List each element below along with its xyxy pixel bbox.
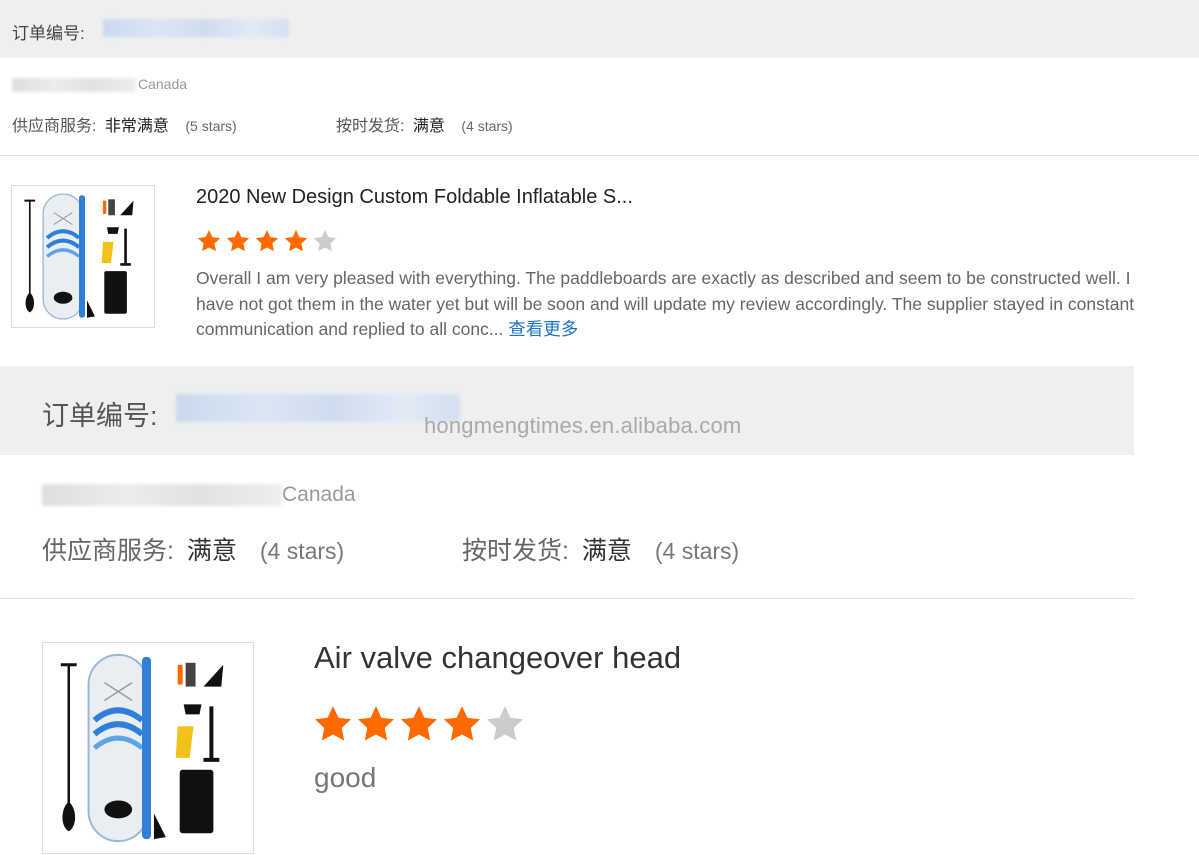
on-time-value: 满意 bbox=[581, 537, 632, 565]
supplier-service-stars: (5 stars) bbox=[185, 118, 237, 134]
order-number-redacted bbox=[176, 394, 460, 422]
order-number-label: 订单编号: bbox=[12, 24, 85, 43]
supplier-service-label: 供应商服务: bbox=[42, 537, 174, 565]
on-time-stars: (4 stars) bbox=[654, 538, 740, 564]
product-thumbnail[interactable] bbox=[42, 642, 254, 854]
buyer-name-redacted bbox=[42, 484, 282, 507]
supplier-service-label: 供应商服务: bbox=[12, 118, 97, 135]
order-header: 订单编号: bbox=[0, 0, 1199, 58]
review-text: good bbox=[314, 762, 377, 793]
product-title[interactable]: Air valve changeover head bbox=[314, 640, 681, 676]
star-filled-icon bbox=[284, 229, 308, 252]
buyer-name-redacted bbox=[12, 78, 136, 93]
buyer-ratings-section: Canada 供应商服务: 非常满意 (5 stars) 按时发货: 满意 (4… bbox=[0, 58, 1199, 156]
see-more-link[interactable]: 查看更多 bbox=[508, 319, 578, 339]
star-filled-icon bbox=[400, 706, 438, 741]
supplier-service-value: 非常满意 bbox=[104, 118, 169, 135]
star-empty-icon bbox=[313, 229, 337, 252]
star-rating bbox=[312, 703, 527, 743]
on-time-delivery-rating: 按时发货: 满意 (4 stars) bbox=[336, 112, 513, 136]
supplier-service-rating: 供应商服务: 满意 (4 stars) bbox=[42, 531, 344, 567]
supplier-service-stars: (4 stars) bbox=[259, 538, 345, 564]
watermark: hongmengtimes.en.alibaba.com bbox=[424, 413, 742, 438]
buyer-info: Canada bbox=[12, 76, 188, 93]
product-title[interactable]: 2020 New Design Custom Foldable Inflatab… bbox=[196, 186, 633, 209]
star-filled-icon bbox=[255, 229, 279, 252]
order-number-redacted bbox=[103, 19, 289, 37]
star-filled-icon bbox=[226, 229, 250, 252]
on-time-label: 按时发货: bbox=[462, 537, 569, 565]
buyer-country: Canada bbox=[138, 76, 188, 92]
supplier-service-rating: 供应商服务: 非常满意 (5 stars) bbox=[12, 112, 237, 136]
on-time-label: 按时发货: bbox=[336, 118, 405, 135]
star-filled-icon bbox=[443, 706, 481, 741]
review-body: Overall I am very pleased with everythin… bbox=[196, 268, 1135, 339]
on-time-stars: (4 stars) bbox=[461, 118, 513, 134]
order-header: 订单编号: bbox=[0, 366, 1134, 455]
star-filled-icon bbox=[197, 229, 221, 252]
buyer-ratings-section: Canada 供应商服务: 满意 (4 stars) 按时发货: 满意 (4 s… bbox=[0, 455, 1134, 599]
star-rating bbox=[196, 228, 341, 254]
star-empty-icon bbox=[486, 706, 524, 741]
supplier-service-value: 满意 bbox=[186, 537, 237, 565]
product-thumbnail[interactable] bbox=[11, 185, 155, 328]
buyer-info: Canada bbox=[42, 483, 356, 507]
on-time-delivery-rating: 按时发货: 满意 (4 stars) bbox=[462, 531, 739, 567]
star-filled-icon bbox=[314, 706, 352, 741]
paddleboard-image bbox=[24, 193, 134, 320]
on-time-value: 满意 bbox=[412, 118, 445, 135]
order-number-label: 订单编号: bbox=[42, 401, 158, 431]
buyer-country: Canada bbox=[282, 483, 356, 506]
star-filled-icon bbox=[357, 706, 395, 741]
review-text: Overall I am very pleased with everythin… bbox=[196, 266, 1141, 343]
paddleboard-image bbox=[60, 653, 224, 843]
